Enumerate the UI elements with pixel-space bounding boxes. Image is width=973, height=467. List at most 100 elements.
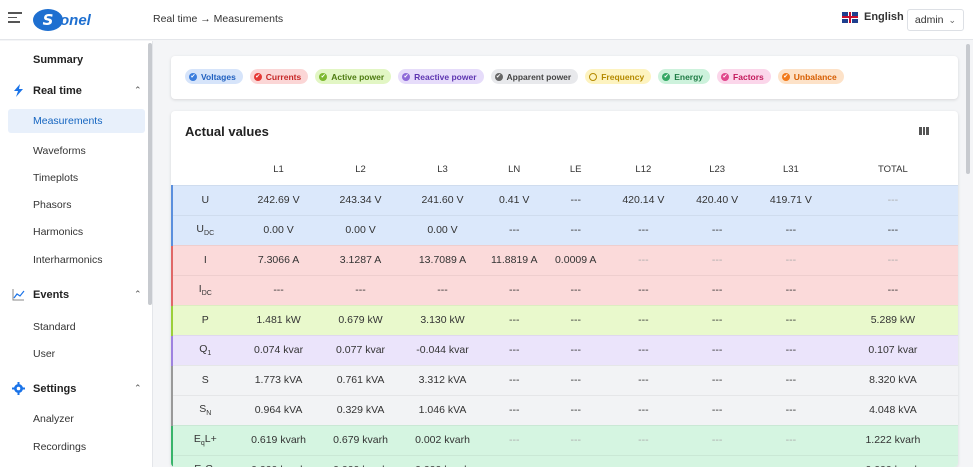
filter-chip-label: Reactive power <box>414 71 477 82</box>
table-cell: 5.289 kW <box>827 304 958 335</box>
actual-values-table: L1 L2 L3 LN LE L12 L23 L31 TOTAL U 242.69 V 243.34… <box>171 155 958 467</box>
table-cell: --- <box>544 274 607 305</box>
sidebar-group-realtime[interactable]: Real time ⌃ <box>12 84 142 97</box>
table-cell: --- <box>544 454 607 467</box>
filter-chip-reactive-power[interactable]: ✔ Reactive power <box>398 69 484 84</box>
table-cell: 3.312 kVA <box>401 364 484 395</box>
table-cell: --- <box>606 364 681 395</box>
filter-chip-frequency[interactable]: Frequency <box>585 69 652 84</box>
table-row: Q1 0.074 kvar 0.077 kvar -0.044 kvar --- --- -… <box>171 334 958 365</box>
sidebar-item-standard[interactable]: Standard <box>33 321 76 333</box>
chevron-up-icon[interactable]: ⌃ <box>134 383 142 394</box>
row-label: IDC <box>171 274 238 305</box>
table-cell: --- <box>827 214 958 245</box>
table-cell: 0.000 kvarh <box>319 454 402 467</box>
sidebar-group-events[interactable]: Events ⌃ <box>12 288 142 301</box>
table-cell: 0.329 kVA <box>319 394 402 425</box>
check-circle-icon: ✔ <box>253 72 262 81</box>
table-cell: --- <box>754 424 828 455</box>
logo-text: onel <box>60 11 91 29</box>
sidebar-scrollbar[interactable] <box>148 43 152 305</box>
hamburger-icon[interactable] <box>8 12 22 26</box>
table-row: I 7.3066 A 3.1287 A 13.7089 A 11.8819 A 0.000… <box>171 244 958 275</box>
table-cell: --- <box>754 364 828 395</box>
filter-card: ✔ Voltages ✔ Currents ✔ Active power ✔ Reactive… <box>171 56 958 99</box>
sidebar-item-user[interactable]: User <box>33 348 55 360</box>
filter-chip-active-power[interactable]: ✔ Active power <box>315 69 392 84</box>
table-row: SN 0.964 kVA 0.329 kVA 1.046 kVA --- --- --- --… <box>171 394 958 425</box>
filter-chip-label: Frequency <box>601 71 645 82</box>
column-header-ln: LN <box>508 164 521 176</box>
table-cell: 0.002 kvarh <box>401 424 484 455</box>
filter-chip-apparent-power[interactable]: ✔ Apparent power <box>490 69 579 84</box>
filter-chip-voltages[interactable]: ✔ Voltages <box>185 69 243 84</box>
row-label: Q1 <box>171 334 238 365</box>
column-header-l31: L31 <box>782 164 799 176</box>
user-menu-button[interactable]: admin ⌄ <box>907 9 964 31</box>
table-cell: 0.679 kvarh <box>319 424 402 455</box>
table-cell: --- <box>754 394 828 425</box>
chevron-down-icon: ⌄ <box>948 14 957 25</box>
filter-chip-energy[interactable]: ✔ Energy <box>658 69 711 84</box>
column-header-l3: L3 <box>437 164 448 176</box>
table-cell: --- <box>827 274 958 305</box>
sidebar-item-interharmonics[interactable]: Interharmonics <box>33 254 102 266</box>
table-cell: 0.074 kvar <box>237 334 320 365</box>
table-cell: 3.130 kW <box>401 304 484 335</box>
table-cell: --- <box>680 364 755 395</box>
table-cell: 0.077 kvar <box>319 334 402 365</box>
table-cell: 8.320 kVA <box>827 364 958 395</box>
table-cell: 0.107 kvar <box>827 334 958 365</box>
column-header-l2: L2 <box>355 164 366 176</box>
columns-icon[interactable] <box>919 127 930 135</box>
quantity-symbol: I <box>203 254 207 266</box>
table-cell: 1.046 kVA <box>401 394 484 425</box>
table-cell: --- <box>680 304 755 335</box>
table-cell: --- <box>754 454 828 467</box>
quantity-symbol: E <box>193 432 201 445</box>
table-row: U 242.69 V 243.34 V 241.60 V 0.41 V --- 420.14… <box>171 184 958 215</box>
row-label: P <box>171 304 238 335</box>
sidebar-group-label: Real time <box>33 84 82 97</box>
filter-chip-label: Unbalance <box>793 71 837 82</box>
row-label: S <box>171 364 238 395</box>
table-cell: --- <box>606 244 681 275</box>
sidebar-group-label: Summary <box>33 53 84 66</box>
check-circle-icon: ✔ <box>781 72 790 81</box>
column-header-l23: L23 <box>709 164 726 176</box>
sidebar-item-recordings[interactable]: Recordings <box>33 441 86 453</box>
table-cell: --- <box>544 424 607 455</box>
filter-chip-factors[interactable]: ✔ Factors <box>717 69 771 84</box>
sidebar-group-summary[interactable]: Summary <box>12 53 83 66</box>
column-header-l12: L12 <box>635 164 652 176</box>
lightning-icon <box>12 84 25 97</box>
sidebar-item-timeplots[interactable]: Timeplots <box>33 172 78 184</box>
table-cell: --- <box>483 334 545 365</box>
table-row: P 1.481 kW 0.679 kW 3.130 kW --- --- --- --- ---… <box>171 304 958 335</box>
table-cell: --- <box>544 304 607 335</box>
sidebar-item-waveforms[interactable]: Waveforms <box>33 145 86 157</box>
table-cell: --- <box>754 334 828 365</box>
table-cell: 0.964 kVA <box>237 394 320 425</box>
sidebar-item-phasors[interactable]: Phasors <box>33 199 72 211</box>
table-cell: --- <box>544 214 607 245</box>
table-cell: --- <box>483 304 545 335</box>
grid-icon <box>12 53 25 66</box>
table-cell: --- <box>680 214 755 245</box>
sidebar-group-settings[interactable]: Settings ⌃ <box>12 382 142 395</box>
sidebar-item-harmonics[interactable]: Harmonics <box>33 226 83 238</box>
language-selector[interactable]: English <box>842 11 904 23</box>
table-row: EqC-0.000 kvarh0.000 kvarh0.000 kvarh---… <box>171 454 958 467</box>
filter-chip-currents[interactable]: ✔ Currents <box>249 69 309 84</box>
sonel-logo[interactable]: S onel <box>33 7 91 33</box>
chevron-up-icon[interactable]: ⌃ <box>134 85 142 96</box>
chevron-up-icon[interactable]: ⌃ <box>134 289 142 300</box>
table-cell: --- <box>606 394 681 425</box>
filter-chip-unbalance[interactable]: ✔ Unbalance <box>777 69 844 84</box>
table-cell: 419.71 V <box>754 184 828 215</box>
circle-outline-icon <box>589 72 598 81</box>
table-cell: --- <box>483 454 545 467</box>
sidebar-item-measurements[interactable]: Measurements <box>8 109 145 133</box>
main-scrollbar[interactable] <box>966 44 970 174</box>
sidebar-item-analyzer[interactable]: Analyzer <box>33 413 74 425</box>
